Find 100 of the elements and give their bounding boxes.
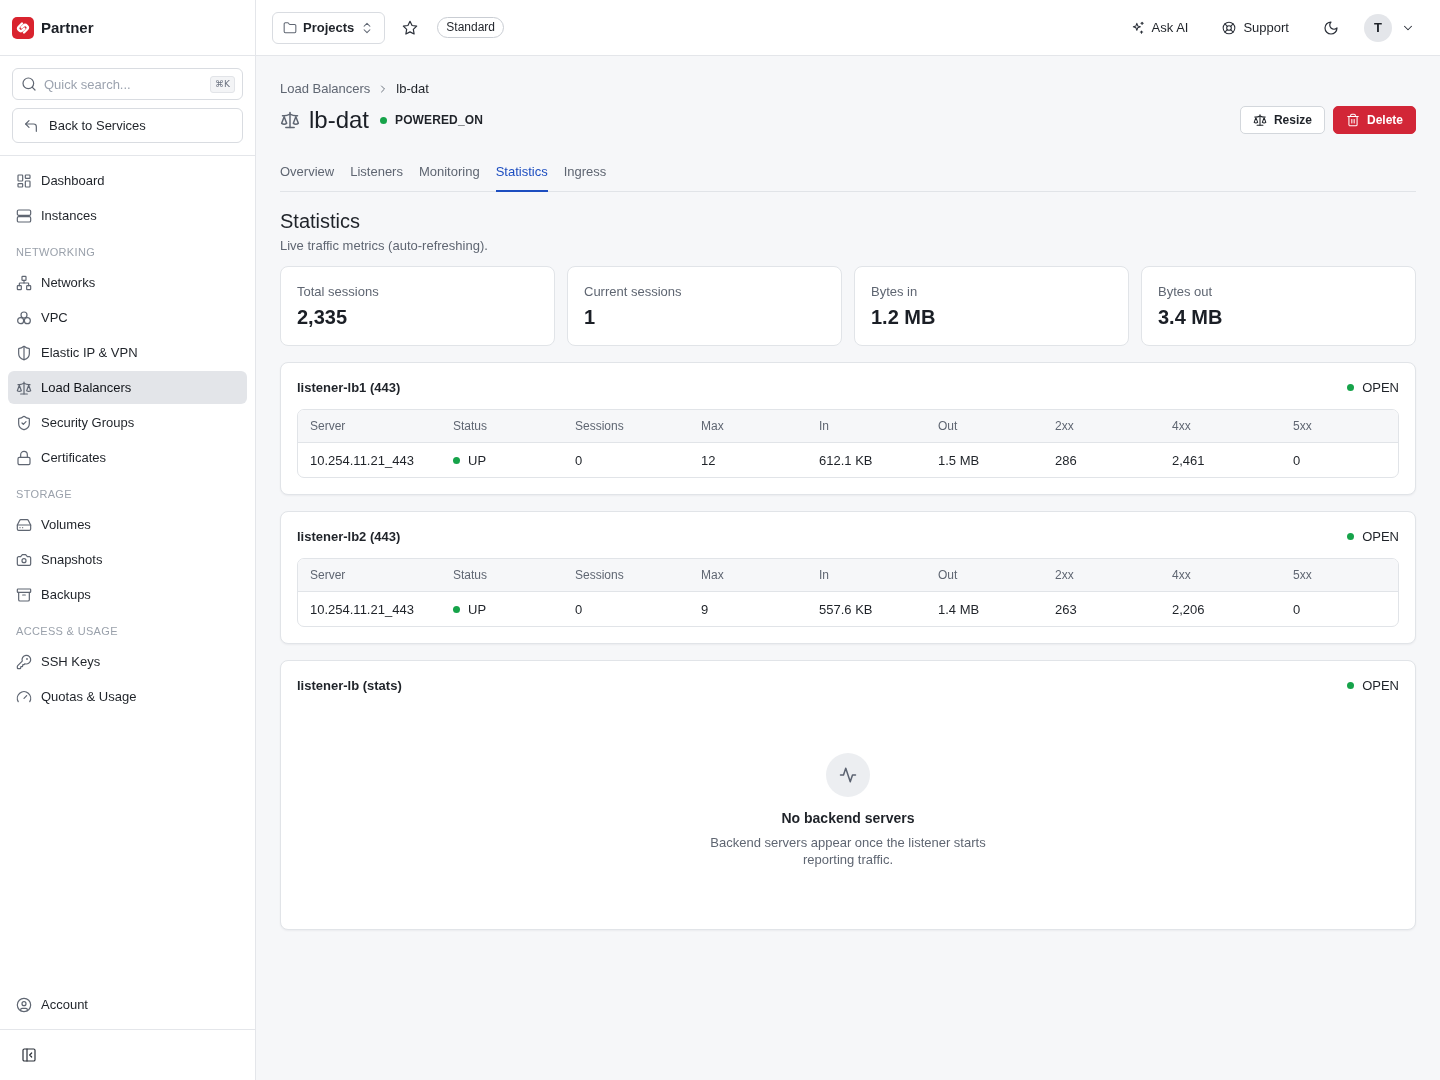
user-circle-icon [16, 996, 32, 1013]
pulse-icon [826, 753, 870, 797]
listener-status: OPEN [1362, 379, 1399, 395]
section-heading: NETWORKING [15, 245, 97, 260]
table-cell: 9 [701, 601, 709, 617]
shield-icon [16, 344, 32, 361]
table-cell: 0 [575, 601, 583, 617]
table-cell: 612.1 KB [819, 452, 873, 468]
column-header: 2xx [1054, 568, 1075, 582]
section-subtitle: Live traffic metrics (auto-refreshing). [280, 237, 489, 254]
column-header: Out [937, 568, 959, 582]
sidebar-item[interactable]: Load Balancers [8, 371, 247, 404]
topbar-link[interactable]: Ask AI [1130, 20, 1189, 35]
stat-value: 2,335 [297, 305, 349, 330]
favorite-button[interactable] [402, 19, 419, 36]
network-icon [16, 274, 32, 291]
table-cell: 10.254.11.21_443 [310, 452, 414, 468]
tab[interactable]: Statistics [495, 156, 548, 192]
sidebar-item[interactable]: Security Groups [8, 406, 247, 439]
column-header: Server [309, 568, 347, 582]
column-header: 4xx [1171, 568, 1192, 582]
stat-label: Bytes in [871, 283, 919, 300]
brand-name: Partner [41, 19, 94, 36]
user-avatar[interactable]: T [1364, 13, 1392, 42]
table-cell: 1.4 MB [938, 601, 980, 617]
sidebar-item[interactable]: Quotas & Usage [8, 680, 247, 713]
column-header: Status [452, 419, 489, 433]
sidebar-item[interactable]: Dashboard [8, 164, 247, 197]
account-item[interactable]: Account [8, 988, 247, 1021]
table-cell: 2,206 [1172, 601, 1205, 617]
stat-label: Total sessions [297, 283, 380, 300]
status-dot-icon [380, 116, 388, 124]
table-cell: UP [468, 601, 487, 617]
shortcut-hint: ⌘K [210, 76, 235, 93]
column-header: Out [937, 419, 959, 433]
tab[interactable]: Ingress [563, 156, 607, 192]
column-header: 2xx [1054, 419, 1075, 433]
folder-icon [283, 20, 297, 35]
table-cell: 0 [575, 452, 583, 468]
section-title: Statistics [280, 209, 362, 234]
scale-icon [280, 110, 300, 130]
sidebar-item[interactable]: Volumes [8, 508, 247, 541]
sidebar-item[interactable]: Instances [8, 199, 247, 232]
status-label: POWERED_ON [395, 113, 483, 127]
sparkle-icon [1130, 20, 1145, 35]
table-cell: 0 [1293, 601, 1301, 617]
theme-toggle-button[interactable] [1323, 19, 1339, 36]
scale-icon [16, 379, 32, 396]
resize-button[interactable]: Resize [1239, 106, 1325, 134]
scale-icon [1252, 113, 1267, 127]
tab[interactable]: Monitoring [418, 156, 480, 192]
column-header: Server [309, 419, 347, 433]
column-header: 5xx [1292, 568, 1313, 582]
sidebar-item[interactable]: Backups [8, 578, 247, 611]
sidebar-item[interactable]: Snapshots [8, 543, 247, 576]
status-dot-icon [453, 456, 460, 464]
column-header: In [818, 419, 830, 433]
table-cell: 2,461 [1172, 452, 1205, 468]
sidebar-item[interactable]: SSH Keys [8, 645, 247, 678]
dashboard-grid-icon [16, 172, 32, 189]
column-header: In [818, 568, 830, 582]
star-icon [402, 19, 419, 36]
breadcrumb-current: lb-dat [396, 80, 429, 98]
table-cell: 1.5 MB [938, 452, 980, 468]
listener-status: OPEN [1362, 677, 1399, 693]
archive-box-icon [16, 586, 32, 603]
stat-value: 1.2 MB [871, 305, 937, 330]
breadcrumb-link[interactable]: Load Balancers [280, 80, 371, 98]
status-dot-icon [453, 605, 460, 613]
server-icon [16, 207, 32, 224]
column-header: Max [700, 568, 725, 582]
listener-name: listener-lb2 (443) [297, 528, 401, 544]
status-dot-icon [1347, 532, 1355, 540]
shield-check-icon [16, 414, 32, 431]
delete-button[interactable]: Delete [1332, 106, 1416, 134]
topbar-link[interactable]: Support [1222, 20, 1289, 35]
hard-drive-icon [16, 516, 32, 533]
collapse-sidebar-button[interactable] [21, 1047, 37, 1063]
listener-name: listener-lb1 (443) [297, 379, 401, 395]
column-header: Max [700, 419, 725, 433]
project-selector[interactable]: Projects [272, 11, 386, 44]
table-cell: 557.6 KB [819, 601, 873, 617]
sidebar-item[interactable]: Elastic IP & VPN [8, 336, 247, 369]
stat-value: 1 [584, 305, 597, 330]
table-cell: 10.254.11.21_443 [310, 601, 414, 617]
camera-icon [16, 551, 32, 568]
tab[interactable]: Listeners [350, 156, 403, 192]
sidebar-item[interactable]: Networks [8, 266, 247, 299]
tab[interactable]: Overview [280, 156, 335, 192]
sidebar-item[interactable]: Certificates [8, 441, 247, 474]
page-title: lb-dat [309, 105, 370, 135]
section-heading: ACCESS & USAGE [15, 624, 119, 639]
column-header: Status [452, 568, 489, 582]
sidebar-item[interactable]: VPC [8, 301, 247, 334]
section-heading: STORAGE [15, 487, 73, 502]
moon-icon [1323, 19, 1339, 36]
listener-name: listener-lb (stats) [297, 677, 402, 693]
back-button[interactable]: Back to Services [12, 108, 243, 143]
stat-label: Current sessions [584, 283, 683, 300]
table-cell: 0 [1293, 452, 1301, 468]
